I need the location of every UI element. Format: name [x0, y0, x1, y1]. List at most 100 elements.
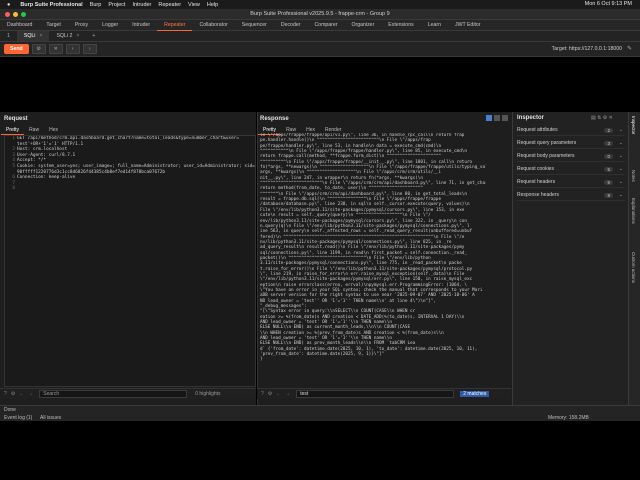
menu-intruder[interactable]: Intruder: [132, 2, 151, 8]
layout-toggle: [486, 115, 508, 121]
close-tab-icon[interactable]: ×: [76, 31, 79, 41]
send-button[interactable]: Send: [4, 44, 29, 54]
back-icon[interactable]: ←: [19, 391, 24, 397]
tab-organizer[interactable]: Organizer: [345, 20, 382, 30]
close-tab-icon[interactable]: ×: [39, 31, 42, 41]
response-search-input[interactable]: test: [296, 390, 455, 398]
tab-decoder[interactable]: Decoder: [274, 20, 308, 30]
edit-target-icon[interactable]: ✎: [627, 45, 632, 52]
menu-view[interactable]: View: [188, 2, 200, 8]
forward-icon[interactable]: →: [28, 391, 33, 397]
settings-icon[interactable]: ⚙: [11, 391, 15, 397]
response-search-bar: ? ⚙ ← → test 2 matches: [257, 388, 511, 399]
request-editor[interactable]: 1 GET /api/method/crm.api.dashboard.get_c…: [4, 135, 256, 387]
request-line: 8: [5, 186, 255, 192]
response-title: Response: [260, 116, 289, 122]
tab-repeater[interactable]: Repeater: [157, 20, 193, 31]
settings-icon[interactable]: ⚙: [268, 391, 272, 397]
forward-icon[interactable]: →: [285, 391, 290, 397]
tab-learn[interactable]: Learn: [421, 20, 448, 30]
help-icon[interactable]: ?: [4, 391, 7, 397]
tab-comparer[interactable]: Comparer: [307, 20, 344, 30]
inspector-row-body-params[interactable]: Request body parameters 0 ⌄: [517, 151, 625, 162]
settings-icon[interactable]: ⚙: [31, 44, 46, 54]
add-tab-icon[interactable]: +: [86, 33, 101, 39]
request-search-bar: ? ⚙ ← → Search 0 highlights: [0, 388, 256, 399]
inspector-row-label: Request cookies: [517, 166, 554, 172]
menubar-app-name[interactable]: Burp Suite Professional: [20, 2, 82, 8]
inspector-row-count: 3: [604, 140, 613, 146]
tab-collaborator[interactable]: Collaborator: [192, 20, 234, 30]
menu-burp[interactable]: Burp: [90, 2, 102, 8]
layout-split-icon[interactable]: [486, 115, 492, 121]
tab-sequencer[interactable]: Sequencer: [235, 20, 274, 30]
back-icon[interactable]: ‹: [65, 44, 80, 54]
inspector-row-response-headers[interactable]: Response headers 9 ⌄: [517, 190, 625, 201]
inspector-toolbar-icons[interactable]: ▤ ⇅ ⚙ ✕: [591, 115, 613, 121]
tab-logger[interactable]: Logger: [95, 20, 125, 30]
inspector-row-cookies[interactable]: Request cookies 5 ⌄: [517, 164, 625, 175]
repeater-tab-label: SQLi: [23, 33, 36, 39]
request-highlights: 0 highlights: [195, 391, 221, 397]
inspector-row-label: Request query parameters: [517, 140, 577, 146]
menu-help[interactable]: Help: [207, 2, 218, 8]
request-tab-raw[interactable]: Raw: [24, 126, 44, 135]
target-host[interactable]: Target: https://127.0.0.1:18000: [552, 46, 622, 52]
inspector-row-request-attributes[interactable]: Request attributes 2 ⌄: [517, 125, 625, 136]
help-icon[interactable]: ?: [261, 391, 264, 397]
repeater-tab-1[interactable]: 1: [0, 31, 17, 41]
repeater-tab-label: SQLi 2: [56, 33, 73, 39]
tab-proxy[interactable]: Proxy: [68, 20, 95, 30]
minimize-window-icon[interactable]: [13, 12, 18, 17]
response-line: \"/env/lib/python3.11/site-packages/pymy…: [260, 277, 473, 283]
inspector-row-count: 5: [604, 166, 613, 172]
tab-target[interactable]: Target: [39, 20, 67, 30]
request-spacer: [0, 57, 256, 112]
main-tabs: Dashboard Target Proxy Logger Intruder R…: [0, 20, 640, 31]
inspector-row-label: Response headers: [517, 192, 559, 198]
side-tab-explanations[interactable]: Explanations: [631, 198, 636, 224]
side-tab-notes[interactable]: Notes: [631, 170, 636, 182]
tab-intruder[interactable]: Intruder: [125, 20, 157, 30]
inspector-title: Inspector: [517, 115, 545, 121]
inspector-row-label: Request attributes: [517, 127, 558, 133]
repeater-tab-sqli[interactable]: SQLi ×: [16, 31, 50, 41]
close-window-icon[interactable]: [5, 12, 10, 17]
side-tab-custom-actions[interactable]: Custom actions: [631, 252, 636, 283]
request-tab-hex[interactable]: Hex: [44, 126, 63, 135]
menubar-clock: Mon 6 Oct 9:13 PM: [584, 1, 632, 7]
side-tab-bar: Inspector Notes Explanations Custom acti…: [628, 112, 640, 405]
side-tab-inspector[interactable]: Inspector: [631, 116, 636, 135]
inspector-row-query-params[interactable]: Request query parameters 3 ⌄: [517, 138, 625, 149]
window-titlebar: Burp Suite Professional v2025.9.5 - frap…: [0, 9, 640, 20]
response-line: ad_query_result\n result.read()\n File \…: [260, 245, 465, 251]
response-line: aDB server version for the right syntax …: [260, 293, 475, 299]
mac-menubar: ● Burp Suite Professional Burp Project I…: [0, 0, 640, 9]
apple-icon[interactable]: ●: [7, 2, 10, 8]
request-tab-pretty[interactable]: Pretty: [1, 126, 25, 135]
menu-project[interactable]: Project: [108, 2, 125, 8]
request-search-input[interactable]: Search: [39, 390, 188, 398]
chevron-down-icon: ⌄: [618, 179, 623, 185]
tab-extensions[interactable]: Extensions: [381, 20, 420, 30]
repeater-toolbar: Send ⚙ ✕ ‹ › Target: https://127.0.0.1:1…: [0, 42, 640, 57]
chevron-down-icon: ⌄: [618, 166, 623, 172]
response-editor[interactable]: le \"/apps/frappe/frappe/api/v1.py\", li…: [260, 133, 486, 385]
repeater-tab-sqli-2[interactable]: SQLi 2 ×: [49, 31, 86, 41]
inspector-row-request-headers[interactable]: Request headers 5 ⌄: [517, 177, 625, 188]
forward-icon[interactable]: ›: [82, 44, 97, 54]
response-line: 3.11/site-packages/pymysql/connections.p…: [260, 261, 462, 267]
chevron-down-icon: ⌄: [618, 153, 623, 159]
repeater-tabs: 1 SQLi × SQLi 2 × +: [0, 31, 640, 42]
tab-dashboard[interactable]: Dashboard: [0, 20, 39, 30]
menu-repeater[interactable]: Repeater: [158, 2, 181, 8]
inspector-row-count: 5: [604, 179, 613, 185]
cancel-icon[interactable]: ✕: [48, 44, 63, 54]
maximize-window-icon[interactable]: [21, 12, 26, 17]
layout-horizontal-icon[interactable]: [494, 115, 500, 121]
window-title: Burp Suite Professional v2025.9.5 - frap…: [250, 11, 390, 17]
layout-vertical-icon[interactable]: [502, 115, 508, 121]
back-icon[interactable]: ←: [276, 391, 281, 397]
line-number: 8: [12, 186, 15, 192]
tab-jwt-editor[interactable]: JWT Editor: [448, 20, 488, 30]
